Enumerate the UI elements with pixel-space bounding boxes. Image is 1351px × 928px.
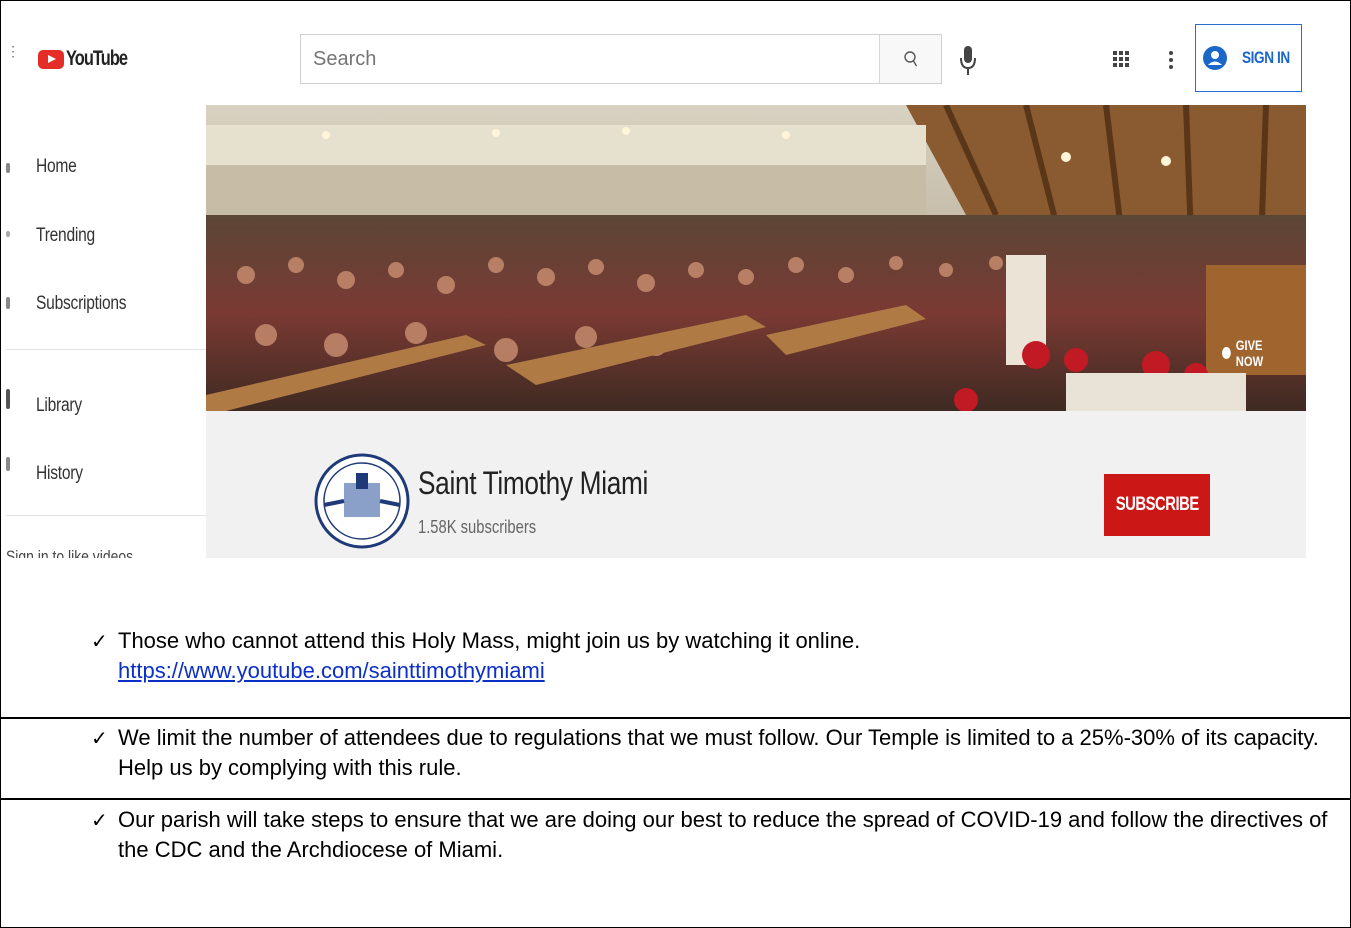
subscribe-button[interactable]: SUBSCRIBE bbox=[1104, 474, 1210, 536]
give-now-label: GIVE NOW bbox=[1235, 337, 1264, 369]
checkmark-icon: ✓ bbox=[91, 808, 108, 832]
sidebar-item-library[interactable]: Library bbox=[36, 395, 82, 417]
note-text: Our parish will take steps to ensure tha… bbox=[118, 807, 1328, 862]
subscribe-label: SUBSCRIBE bbox=[1115, 494, 1199, 515]
youtube-logo[interactable]: YouTube bbox=[38, 47, 144, 71]
trending-icon bbox=[6, 231, 10, 237]
youtube-play-icon bbox=[38, 49, 64, 69]
sign-in-label: SIGN IN bbox=[1241, 48, 1290, 67]
sidebar-item-trending[interactable]: Trending bbox=[36, 225, 95, 247]
home-icon bbox=[6, 163, 10, 173]
note-text: We limit the number of attendees due to … bbox=[118, 725, 1319, 780]
subscriptions-icon bbox=[6, 297, 10, 309]
youtube-logo-text: YouTube bbox=[66, 47, 128, 70]
give-now-link[interactable]: GIVE NOW bbox=[1222, 337, 1289, 369]
apps-grid-icon[interactable] bbox=[1112, 50, 1130, 68]
sign-in-prompt: Sign in to like videos bbox=[6, 547, 134, 558]
library-icon bbox=[6, 389, 10, 409]
search-icon bbox=[903, 51, 917, 67]
search-input[interactable] bbox=[301, 35, 879, 83]
sidebar-item-history[interactable]: History bbox=[36, 463, 83, 485]
give-icon bbox=[1222, 347, 1231, 359]
more-options-icon[interactable] bbox=[1168, 50, 1174, 70]
channel-banner-image: GIVE NOW bbox=[206, 105, 1306, 411]
sidebar-divider bbox=[6, 349, 206, 350]
microphone-icon[interactable] bbox=[958, 44, 978, 78]
sidebar-item-subscriptions[interactable]: Subscriptions bbox=[36, 293, 127, 315]
channel-name[interactable]: Saint Timothy Miami bbox=[418, 465, 648, 502]
history-icon bbox=[6, 457, 10, 471]
subscriber-count: 1.58K subscribers bbox=[418, 517, 537, 537]
search-button[interactable] bbox=[879, 35, 941, 83]
divider-line bbox=[0, 717, 1351, 719]
search-box bbox=[300, 34, 942, 84]
channel-header: Saint Timothy Miami 1.58K subscribers SU… bbox=[206, 411, 1306, 558]
sign-in-button[interactable]: SIGN IN bbox=[1195, 24, 1302, 92]
sidebar-divider bbox=[6, 515, 206, 516]
checkmark-icon: ✓ bbox=[91, 629, 108, 653]
account-icon bbox=[1202, 46, 1227, 70]
youtube-channel-screenshot: ⋮ YouTube Search SIGN IN Home Trending S… bbox=[6, 10, 1306, 558]
sidebar-item-home[interactable]: Home bbox=[36, 156, 77, 178]
checkmark-icon: ✓ bbox=[91, 726, 108, 750]
hamburger-menu-icon[interactable]: ⋮ bbox=[6, 44, 20, 68]
channel-avatar[interactable] bbox=[314, 443, 410, 558]
note-text-container: Those who cannot attend this Holy Mass, … bbox=[118, 626, 1338, 686]
church-congregation-photo bbox=[206, 105, 1306, 411]
sidebar: Home Trending Subscriptions Library Hist… bbox=[6, 105, 206, 558]
divider-line bbox=[0, 798, 1351, 800]
note-text: Those who cannot attend this Holy Mass, … bbox=[118, 628, 861, 653]
youtube-channel-link[interactable]: https://www.youtube.com/sainttimothymiam… bbox=[118, 658, 545, 683]
youtube-header: ⋮ YouTube Search SIGN IN bbox=[6, 10, 1306, 105]
